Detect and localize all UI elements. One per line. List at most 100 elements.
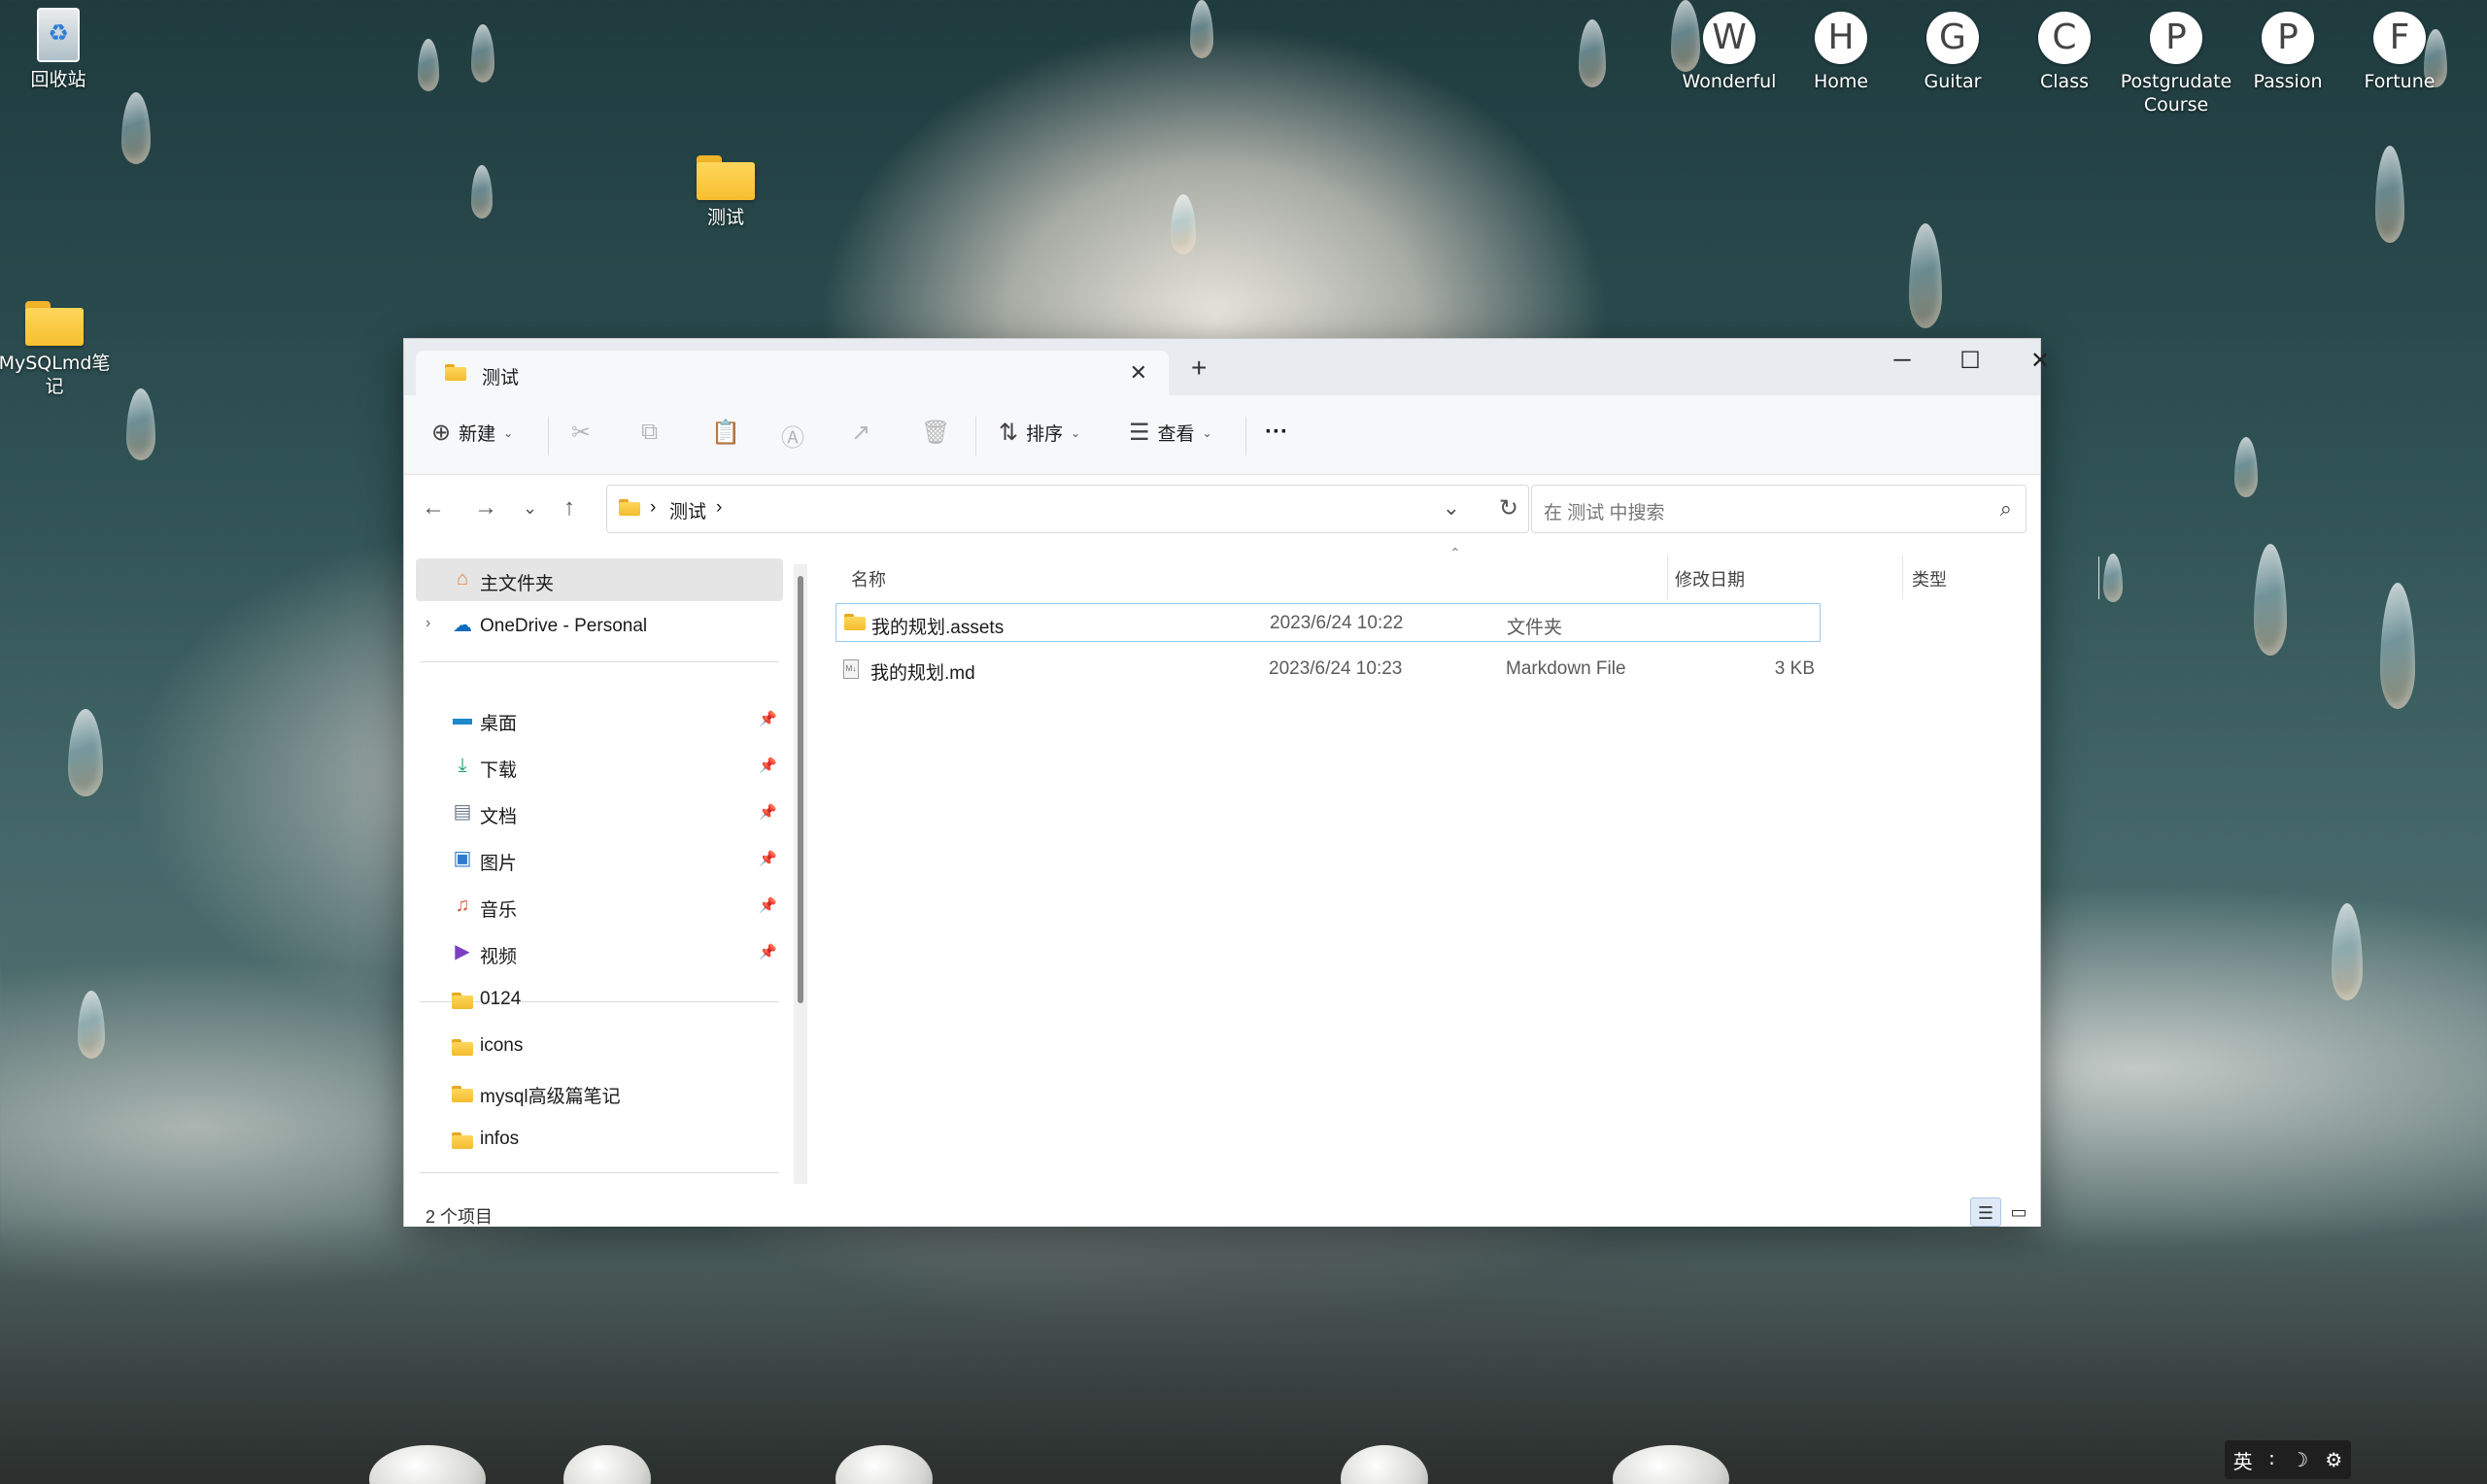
sort-icon: ⇅	[999, 420, 1019, 446]
shortcut-label: Fortune	[2364, 71, 2436, 92]
test-folder-shortcut[interactable]: 测试	[667, 155, 784, 229]
letter-c-icon: C	[2038, 12, 2091, 64]
recycle-bin-shortcut[interactable]: ♻ 回收站	[0, 8, 117, 91]
sort-button[interactable]: ⇅ 排序 ⌄	[999, 419, 1080, 447]
breadcrumb-item[interactable]: 测试	[669, 497, 706, 523]
folder-icon	[445, 364, 466, 381]
shortcut-label: Postgrudate	[2120, 71, 2232, 92]
delete-button[interactable]: 🗑	[921, 419, 950, 447]
search-icon: ⌕	[1999, 496, 2012, 521]
wallpaper-raindrop	[1579, 19, 1606, 87]
shortcut-label: Class	[2040, 71, 2089, 92]
sort-label: 排序	[1026, 424, 1064, 445]
column-divider[interactable]	[1902, 556, 1903, 599]
status-bar: 2 个项目 ☰ ▭	[404, 1184, 2040, 1227]
shortcut-class[interactable]: C Class	[2006, 12, 2123, 93]
recent-locations-chevron-icon[interactable]: ⌄	[523, 498, 537, 519]
shortcut-wonderful[interactable]: W Wonderful	[1671, 12, 1788, 93]
shortcut-passion[interactable]: P Passion	[2230, 12, 2346, 93]
address-dropdown-chevron-icon[interactable]: ⌄	[1443, 495, 1460, 521]
pin-icon[interactable]: 📌	[759, 803, 777, 821]
column-divider[interactable]	[1667, 556, 1668, 599]
plus-circle-icon: ⊕	[431, 420, 452, 446]
scissors-icon: ✂	[571, 420, 592, 446]
file-name: 我的规划.md	[870, 663, 975, 684]
paste-button[interactable]: 📋	[711, 419, 740, 447]
column-header-modified[interactable]: 修改日期	[1675, 566, 1745, 591]
cut-button[interactable]: ✂	[571, 419, 591, 447]
sidebar-item-onedrive[interactable]: › ☁ OneDrive - Personal	[416, 605, 783, 648]
sidebar-item-folder[interactable]: 0124	[416, 978, 783, 1021]
tiles-view-icon[interactable]: ▭	[2003, 1197, 2034, 1227]
sidebar-item-folder[interactable]: infos	[416, 1118, 783, 1161]
sort-ascending-icon: ⌃	[1449, 545, 1461, 560]
tab-close-icon[interactable]: ✕	[1130, 360, 1147, 386]
sidebar-item-folder[interactable]: icons	[416, 1025, 783, 1067]
maximize-button[interactable]: ☐	[1941, 347, 1999, 375]
column-divider[interactable]	[2098, 556, 2099, 599]
sidebar-item-music[interactable]: ♫ 音乐 📌	[416, 885, 783, 928]
close-button[interactable]: ✕	[2011, 347, 2069, 375]
view-button[interactable]: ☰ 查看 ⌄	[1129, 419, 1212, 447]
rename-button[interactable]: Ⓐ	[781, 419, 804, 453]
shortcut-fortune[interactable]: F Fortune	[2341, 12, 2458, 93]
folder-icon	[844, 614, 866, 630]
sidebar-item-home[interactable]: ⌂ 主文件夹	[416, 558, 783, 601]
home-icon: ⌂	[456, 568, 469, 590]
scrollbar-thumb[interactable]	[798, 576, 803, 1003]
sidebar-item-videos[interactable]: ▶ 视频 📌	[416, 931, 783, 974]
copy-button[interactable]: ⧉	[641, 419, 658, 446]
shortcut-home[interactable]: H Home	[1783, 12, 1899, 93]
back-arrow-icon[interactable]: ←	[422, 494, 445, 522]
title-bar: 测试 ✕ + ─ ☐ ✕	[404, 339, 2050, 395]
column-header-name[interactable]: 名称	[851, 566, 886, 591]
sidebar-divider	[420, 1172, 779, 1173]
refresh-icon[interactable]: ↻	[1499, 494, 1518, 523]
toolbar-divider	[975, 417, 976, 455]
pin-icon[interactable]: 📌	[759, 896, 777, 914]
moon-icon[interactable]: ☽	[2291, 1448, 2308, 1471]
details-view-icon[interactable]: ☰	[1970, 1197, 2001, 1227]
ime-toolbar[interactable]: 英 ∶ ☽ ⚙	[2225, 1440, 2351, 1479]
new-button[interactable]: ⊕ 新建 ⌄	[431, 419, 513, 447]
wallpaper-raindrop	[2234, 437, 2258, 497]
wallpaper-raindrop	[2332, 903, 2363, 1000]
navigation-pane-scrollbar[interactable]	[794, 564, 807, 1186]
address-bar[interactable]: › 测试 › ⌄ ↻	[606, 485, 1529, 533]
minimize-button[interactable]: ─	[1873, 347, 1931, 374]
pin-icon[interactable]: 📌	[759, 943, 777, 961]
toolbar-divider	[548, 417, 549, 455]
table-row[interactable]: M↓ 我的规划.md 2023/6/24 10:23 Markdown File…	[835, 650, 1821, 689]
ime-punctuation-icon[interactable]: ∶	[2269, 1448, 2274, 1471]
shortcut-label: Passion	[2253, 71, 2323, 92]
pin-icon[interactable]: 📌	[759, 757, 777, 774]
rename-icon: Ⓐ	[781, 425, 804, 452]
column-header-type[interactable]: 类型	[1912, 566, 1947, 591]
sidebar-item-downloads[interactable]: ⤓ 下载 📌	[416, 745, 783, 788]
sidebar-item-folder[interactable]: mysql高级篇笔记	[416, 1071, 783, 1114]
sidebar-item-desktop[interactable]: ▬ 桌面 📌	[416, 698, 783, 741]
sidebar-item-documents[interactable]: ▤ 文档 📌	[416, 792, 783, 834]
pin-icon[interactable]: 📌	[759, 850, 777, 867]
gear-icon[interactable]: ⚙	[2325, 1448, 2342, 1471]
sidebar-item-pictures[interactable]: ▣ 图片 📌	[416, 838, 783, 881]
tab-test[interactable]: 测试 ✕	[416, 351, 1169, 395]
new-tab-button[interactable]: +	[1191, 353, 1207, 384]
shortcut-postgrudate-course[interactable]: P Postgrudate Course	[2118, 12, 2234, 117]
table-row[interactable]: 我的规划.assets 2023/6/24 10:22 文件夹	[835, 603, 1821, 642]
share-button[interactable]: ↗	[851, 419, 870, 447]
forward-arrow-icon[interactable]: →	[474, 494, 497, 522]
up-arrow-icon[interactable]: ↑	[563, 494, 575, 522]
ime-language[interactable]: 英	[2233, 1446, 2253, 1474]
chevron-right-icon[interactable]: ›	[426, 615, 430, 632]
pin-icon[interactable]: 📌	[759, 710, 777, 727]
mysql-folder-shortcut[interactable]: MySQLmd笔 记	[0, 301, 113, 398]
search-box[interactable]: 在 测试 中搜索 ⌕	[1531, 485, 2027, 533]
navigation-bar: ← → ⌄ ↑ › 测试 › ⌄ ↻ 在 测试 中搜索 ⌕	[404, 475, 2040, 543]
wallpaper-raindrop	[2375, 146, 2404, 243]
breadcrumb-separator-icon: ›	[716, 497, 723, 518]
wallpaper-raindrop	[471, 24, 494, 83]
pictures-icon: ▣	[453, 848, 472, 869]
more-options-button[interactable]: ···	[1265, 419, 1288, 446]
shortcut-guitar[interactable]: G Guitar	[1894, 12, 2011, 93]
